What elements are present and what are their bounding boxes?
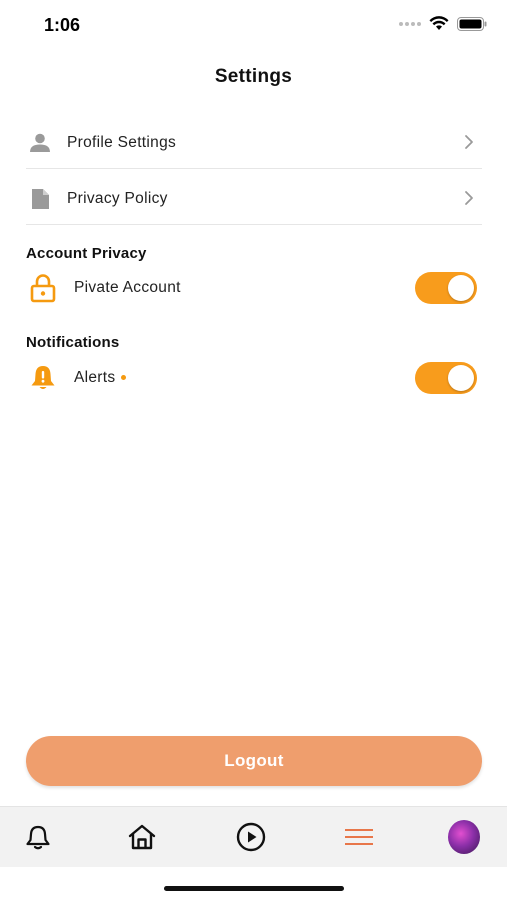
profile-settings-row[interactable]: Profile Settings [26,118,482,169]
alerts-text: Alerts [74,369,116,386]
logout-button[interactable]: Logout [26,736,482,786]
document-icon [26,188,54,210]
profile-avatar-tab[interactable] [448,820,480,854]
status-time: 1:06 [44,15,81,35]
private-account-label: Pivate Account [74,279,181,296]
private-account-row: Pivate Account [26,270,482,306]
home-icon[interactable] [126,821,158,853]
status-bar: 1:06 [0,0,507,50]
page-title: Settings [214,66,293,87]
home-indicator[interactable] [164,886,344,891]
profile-settings-label: Profile Settings [67,134,177,151]
status-icons [399,16,487,31]
privacy-policy-row[interactable]: Privacy Policy [26,174,482,225]
toggle-knob [448,365,474,391]
bell-icon[interactable] [22,821,54,853]
notifications-heading: Notifications [26,334,120,351]
alerts-toggle[interactable] [415,362,477,394]
account-privacy-heading: Account Privacy [26,245,147,262]
menu-icon[interactable] [343,821,375,853]
signal-icon [399,21,421,26]
privacy-policy-label: Privacy Policy [67,190,168,207]
unread-dot-icon [121,375,127,381]
wifi-icon [429,16,449,30]
avatar [448,820,480,854]
play-icon[interactable] [235,821,267,853]
toggle-knob [448,275,474,301]
alert-bell-icon [26,364,60,392]
alerts-row: Alerts [26,360,482,396]
private-account-toggle[interactable] [415,272,477,304]
chevron-right-icon [464,134,474,155]
lock-icon [26,273,60,303]
person-icon [26,133,54,153]
battery-icon [457,16,487,31]
tab-bar [0,806,507,867]
chevron-right-icon [464,190,474,211]
alerts-label: Alerts [74,369,127,387]
